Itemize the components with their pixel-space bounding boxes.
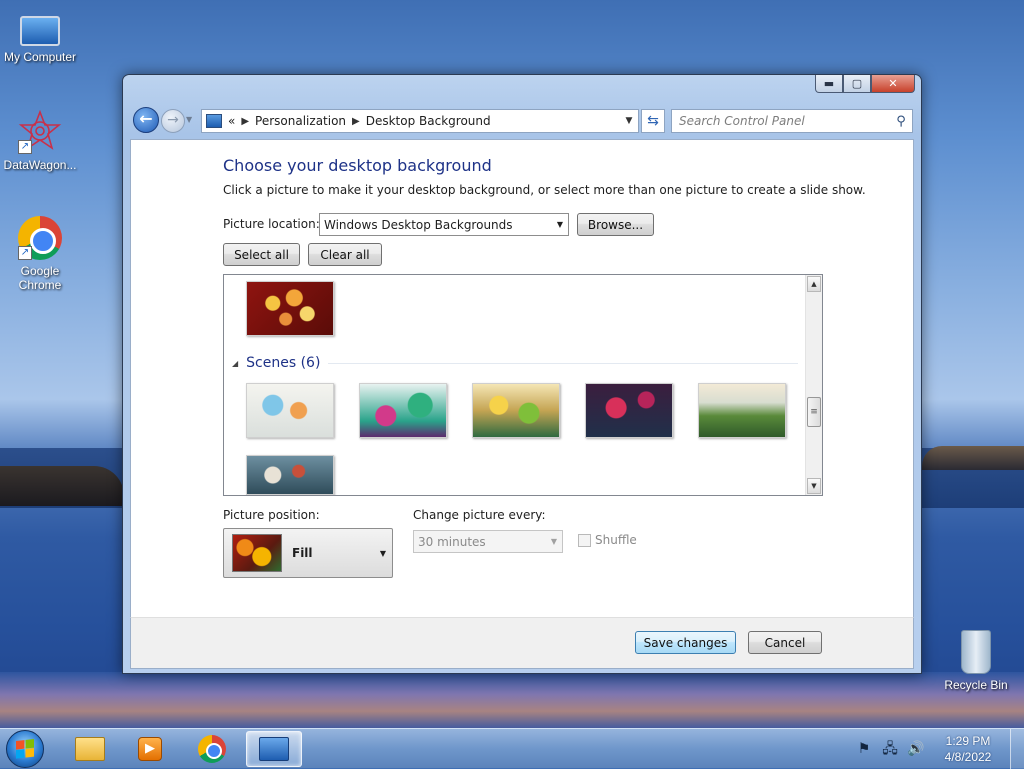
shortcut-arrow-icon: ↗ [18,140,32,154]
minimize-button[interactable]: ▬ [815,75,843,93]
wallpaper-thumbnail-scene-2[interactable] [359,383,447,438]
chevron-down-icon[interactable]: ▼ [620,116,638,126]
scroll-up-icon[interactable]: ▲ [807,276,821,292]
wallpaper-rocks-right [922,446,1024,470]
desktop-icon-label: My Computer [3,50,77,64]
address-bar[interactable]: « ▶ Personalization ▶ Desktop Background… [201,109,639,133]
dialog-footer: Save changes Cancel [130,617,914,669]
start-button[interactable] [6,730,44,768]
computer-icon [20,16,60,46]
breadcrumb-separator-icon[interactable]: ▶ [352,116,360,127]
picture-position-dropdown[interactable]: Fill ▼ [223,528,393,578]
taskbar-chrome[interactable] [184,731,240,767]
picture-position-label: Picture position: [223,508,320,522]
control-panel-icon [206,114,222,128]
clock[interactable]: 1:29 PM 4/8/2022 [932,733,1004,765]
page-title: Choose your desktop background [223,156,492,175]
clear-all-button[interactable]: Clear all [308,243,382,266]
desktop-background-window: ▬ ▢ ✕ ← → ▼ « ▶ Personalization ▶ Deskto… [122,74,922,674]
content-pane: Choose your desktop background Click a p… [130,139,914,617]
picture-location-label: Picture location: [223,217,320,231]
close-button[interactable]: ✕ [871,75,915,93]
position-preview-swatch [232,534,282,572]
recent-pages-dropdown[interactable]: ▼ [186,115,192,124]
breadcrumb-separator-icon[interactable]: ▶ [241,116,249,127]
change-interval-dropdown[interactable]: 30 minutes ▼ [413,530,563,553]
shuffle-checkbox[interactable]: Shuffle [578,533,637,547]
taskbar-media-player[interactable]: ▶ [122,731,178,767]
search-placeholder: Search Control Panel [679,114,805,128]
group-divider [328,362,798,364]
folder-icon [75,737,105,761]
page-subtitle: Click a picture to make it your desktop … [223,183,866,197]
chevron-down-icon: ▼ [379,548,386,558]
desktop-icon-my-computer[interactable]: My Computer [0,8,80,64]
scenes-group-header[interactable]: ◢ Scenes (6) [232,353,798,373]
maximize-button[interactable]: ▢ [843,75,871,93]
search-input[interactable]: Search Control Panel ⚲ [671,109,913,133]
control-panel-icon [259,737,289,761]
save-changes-button[interactable]: Save changes [635,631,736,654]
picture-location-value: Windows Desktop Backgrounds [324,217,513,232]
browse-button[interactable]: Browse... [577,213,654,236]
cancel-button[interactable]: Cancel [748,631,822,654]
chevron-down-icon: ▼ [556,220,564,229]
desktop-icon-recycle-bin[interactable]: Recycle Bin [936,630,1016,692]
clock-time: 1:29 PM [945,734,991,748]
wallpaper-thumbnail-scene-5[interactable] [698,383,786,438]
forward-button[interactable]: → [161,109,185,133]
wallpaper-thumbnail-scene-3[interactable] [472,383,560,438]
chrome-icon [198,735,226,763]
scroll-down-icon[interactable]: ▼ [807,478,821,494]
breadcrumb-desktop-background[interactable]: Desktop Background [366,114,491,128]
taskbar-control-panel[interactable] [246,731,302,767]
breadcrumb-personalization[interactable]: Personalization [255,114,346,128]
caption-buttons: ▬ ▢ ✕ [815,75,915,93]
scrollbar-thumb[interactable]: ≡ [807,397,821,427]
volume-icon[interactable]: 🔊 [906,740,926,758]
notification-area: ⚑ 🖧 🔊 1:29 PM 4/8/2022 [854,729,1024,769]
desktop-icon-label: Google Chrome [18,264,62,292]
show-desktop-button[interactable] [1010,729,1024,769]
picture-location-dropdown[interactable]: Windows Desktop Backgrounds ▼ [319,213,569,236]
clock-date: 4/8/2022 [944,750,992,764]
refresh-icon[interactable]: ⇆ [641,109,665,133]
navigation-bar: ← → ▼ « ▶ Personalization ▶ Desktop Back… [131,105,913,135]
desktop-icon-label: Recycle Bin [944,678,1008,692]
taskbar-explorer[interactable] [62,731,118,767]
breadcrumb-overflow[interactable]: « [228,114,235,128]
wallpaper-gallery[interactable]: ◢ Scenes (6) ▲ ≡ ▼ [223,274,823,496]
media-player-icon: ▶ [138,737,162,761]
desktop-icon-datawagon[interactable]: ↗ DataWagon... [0,110,80,172]
recycle-bin-icon [961,630,991,674]
gallery-scrollbar[interactable]: ▲ ≡ ▼ [805,275,822,495]
chevron-down-icon: ▼ [550,537,558,546]
wallpaper-thumbnail-scene-6[interactable] [246,455,334,495]
change-interval-value: 30 minutes [418,534,486,549]
wallpaper-thumbnail-scene-1[interactable] [246,383,334,438]
checkbox-box[interactable] [578,533,591,547]
wallpaper-thumbnail[interactable] [246,281,334,336]
collapse-triangle-icon[interactable]: ◢ [232,359,238,368]
chrome-icon: ↗ [18,216,62,260]
select-all-button[interactable]: Select all [223,243,300,266]
back-button[interactable]: ← [133,107,159,133]
desktop-icon-google-chrome[interactable]: ↗ Google Chrome [0,216,80,292]
change-picture-label: Change picture every: [413,508,546,522]
shuffle-label: Shuffle [595,533,637,547]
wallpaper-shore [0,672,1024,728]
network-icon[interactable]: 🖧 [880,740,900,758]
wallpaper-rocks-left [0,466,124,506]
desktop-icon-label: DataWagon... [3,158,77,172]
taskbar: ▶ ⚑ 🖧 🔊 1:29 PM 4/8/2022 [0,728,1024,769]
search-icon[interactable]: ⚲ [890,114,912,129]
windows-logo-icon [16,739,34,759]
datawagon-icon: ↗ [18,110,62,154]
picture-position-value: Fill [292,546,313,560]
action-center-flag-icon[interactable]: ⚑ [854,740,874,758]
group-title: Scenes (6) [246,355,321,371]
wallpaper-thumbnail-scene-4[interactable] [585,383,673,438]
shortcut-arrow-icon: ↗ [18,246,32,260]
